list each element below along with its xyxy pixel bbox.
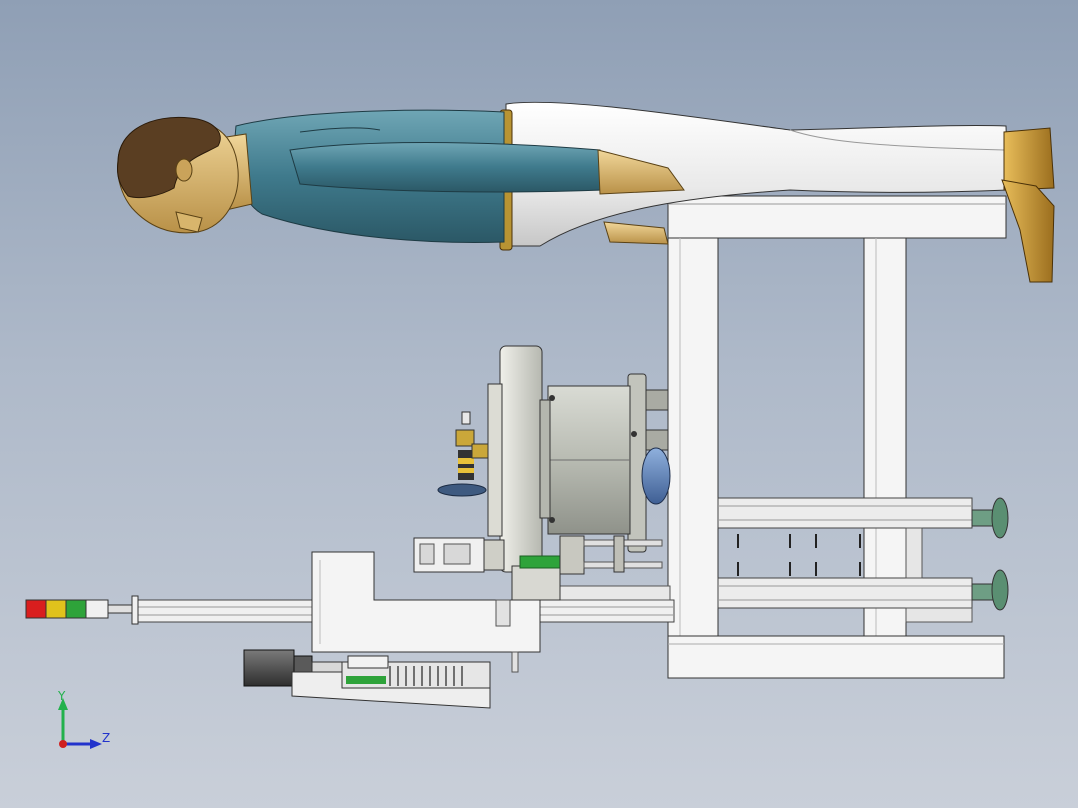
front-flange xyxy=(499,345,543,573)
stack-light[interactable] xyxy=(25,595,139,625)
triad-z-label: Z xyxy=(102,731,110,745)
shoe-lower xyxy=(1001,179,1055,283)
servo-actuator[interactable] xyxy=(243,649,491,709)
side-valve[interactable] xyxy=(437,411,489,497)
leveling-foot-upper[interactable] xyxy=(971,497,1009,539)
frame-top-slab xyxy=(667,195,1007,239)
arm xyxy=(289,142,605,193)
axis-triad xyxy=(58,698,102,749)
shoe-upper xyxy=(1003,127,1055,191)
cad-viewport[interactable]: Y Z xyxy=(0,0,1078,808)
frame-post-left xyxy=(667,237,719,677)
servo-motor xyxy=(243,649,295,687)
model-canvas: Y Z xyxy=(25,101,1055,749)
triad-y-label: Y xyxy=(57,689,66,703)
blue-hub xyxy=(641,447,671,505)
leveling-foot-lower[interactable] xyxy=(971,569,1009,611)
human-figure[interactable] xyxy=(117,101,1055,283)
frame-base xyxy=(667,635,1005,679)
hand-lower xyxy=(603,221,669,245)
